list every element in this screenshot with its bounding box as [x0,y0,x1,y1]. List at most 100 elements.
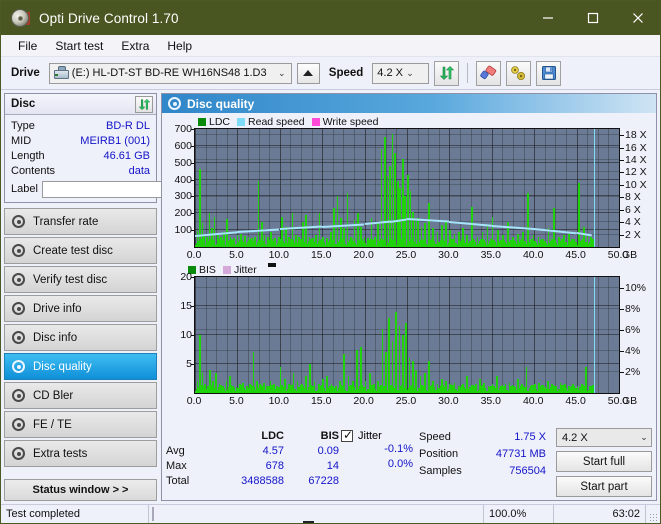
legend-item-read-speed: Read speed [237,116,305,128]
disc-icon [12,273,25,286]
resize-grip-icon[interactable] [646,505,660,523]
chevron-down-icon: ⌄ [406,67,414,78]
erase-button[interactable] [476,60,502,86]
chart-ldc: 100 200 300 400 500 600 700 2 X4 X6 X8 X 10 X 12… [164,123,654,248]
tools-button[interactable] [506,60,532,86]
close-icon[interactable] [615,1,660,35]
start-full-button[interactable]: Start full [556,451,652,472]
x-tick-label: 0.0 [186,249,202,261]
stats-total-bis: 67228 [308,474,339,487]
disc-label-row: Label [11,180,245,198]
disc-row-type: Type BD-R DL [11,118,150,133]
disc-panel-title: Disc [11,98,36,110]
samples-row: Samples 756504 [419,462,550,479]
sidebar-item-disc-quality[interactable]: Disc quality [4,353,157,380]
x-tick-label: 5.0 [229,249,244,261]
minimize-icon[interactable] [525,1,570,35]
sidebar-item-verify-test-disc[interactable]: Verify test disc [4,266,157,293]
chart-bis-y2-axis: 2% 4% 6% 8% 10% [620,276,654,394]
menu-file[interactable]: File [9,37,46,55]
table-row: Total 3488588 67228 [166,473,341,488]
test-speed-select[interactable]: 4.2 X ⌄ [556,428,652,447]
eraser-icon [480,65,497,80]
disc-length-label: Length [11,149,45,162]
body: Disc Type BD-R DL MID MEIRB1 (001) Lengt… [1,90,660,504]
y-tick-label: 200 [174,207,192,220]
window-title: Opti Drive Control 1.70 [39,10,179,26]
x-tick-label: 10.0 [268,395,290,407]
window-controls [525,1,660,35]
stats-row-label: Avg [166,444,185,457]
x-tick-label: 35.0 [480,249,502,261]
chart-bis-y-axis: 5 10 15 20 [164,271,194,394]
disc-icon [12,331,25,344]
tools-icon [511,66,526,80]
y-tick-label: 500 [174,156,192,169]
run-samples-label: Samples [419,464,462,477]
y2-tick-label: 18 X [625,129,647,142]
sidebar-item-fe-te[interactable]: FE / TE [4,411,157,438]
y2-tick-label: 8 X [625,191,641,204]
disc-length-value: 46.61 GB [103,149,150,162]
disc-info-rows: Type BD-R DL MID MEIRB1 (001) Length 46.… [5,115,245,202]
sidebar-item-cd-bler[interactable]: CD Bler [4,382,157,409]
sidebar-item-extra-tests[interactable]: Extra tests [4,440,157,467]
stats-total-ldc: 3488588 [241,474,284,487]
run-speed-value: 1.75 X [514,430,546,443]
nav-list: Transfer rate Create test disc Verify te… [4,208,157,467]
drive-icon [53,66,69,80]
legend-item-jitter: Jitter [222,264,257,276]
jitter-checkbox[interactable] [341,428,353,442]
chart-ldc-y-axis: 100 200 300 400 500 600 700 [164,123,194,248]
x-tick-label: 5.0 [229,395,244,407]
sidebar-item-label: Create test disc [33,244,113,257]
disc-panel-header: Disc [5,94,156,115]
disc-mid-label: MID [11,134,32,147]
sidebar-item-label: Verify test disc [33,273,108,286]
y2-tick-label: 6% [625,323,641,336]
y-tick-label: 100 [174,224,192,237]
sidebar-item-transfer-rate[interactable]: Transfer rate [4,208,157,235]
chevron-down-icon: ⌄ [278,67,286,78]
sidebar-item-create-test-disc[interactable]: Create test disc [4,237,157,264]
eject-button[interactable] [296,62,320,523]
speed-select[interactable]: 4.2 X ⌄ [372,62,430,84]
y2-tick-label: 4% [625,344,641,357]
run-values: Speed 1.75 X Position 47731 MB Samples 7… [419,428,550,497]
menu-help[interactable]: Help [158,37,201,55]
disc-label-caption: Label [11,183,38,195]
menu-bar: File Start test Extra Help [1,35,660,57]
refresh-button[interactable] [434,60,460,86]
disc-row-mid: MID MEIRB1 (001) [11,133,150,148]
start-part-button[interactable]: Start part [556,476,652,497]
chart-ldc-y2-axis: 2 X4 X6 X8 X 10 X 12 X 14 X 16 X 18 X [620,128,654,248]
save-button[interactable] [536,60,562,86]
chart-ldc-plot[interactable] [194,128,620,248]
jitter-header: Jitter [341,428,419,443]
disc-icon [168,97,181,110]
chart-bis-plot[interactable] [194,276,620,394]
sidebar-item-disc-info[interactable]: Disc info [4,324,157,351]
sidebar-item-drive-info[interactable]: Drive info [4,295,157,322]
disc-refresh-button[interactable] [135,95,153,113]
run-position-value: 47731 MB [495,447,546,460]
y-tick-label: 300 [174,190,192,203]
table-row: Avg 4.57 0.09 [166,443,341,458]
y2-tick-label: 10% [625,281,647,294]
app-disc-icon [10,8,30,28]
run-controls: 4.2 X ⌄ Start full Start part [556,428,652,497]
x-tick-label: 20.0 [353,395,374,407]
main-header: Disc quality [162,94,656,113]
jitter-label: Jitter [358,429,382,442]
menu-start-test[interactable]: Start test [46,37,112,55]
run-panel: Speed 1.75 X Position 47731 MB Samples 7… [419,428,652,497]
drive-select[interactable]: (E:) HL-DT-ST BD-RE WH16NS48 1.D3 ⌄ [48,62,292,84]
status-window-button[interactable]: Status window > > [4,479,157,501]
sidebar: Disc Type BD-R DL MID MEIRB1 (001) Lengt… [4,93,245,501]
x-tick-label: 45.0 [565,395,586,407]
disc-contents-label: Contents [11,164,56,177]
chevron-down-icon: ⌄ [640,432,648,442]
menu-extra[interactable]: Extra [112,37,158,55]
run-position-label: Position [419,447,459,460]
maximize-icon[interactable] [570,1,615,35]
